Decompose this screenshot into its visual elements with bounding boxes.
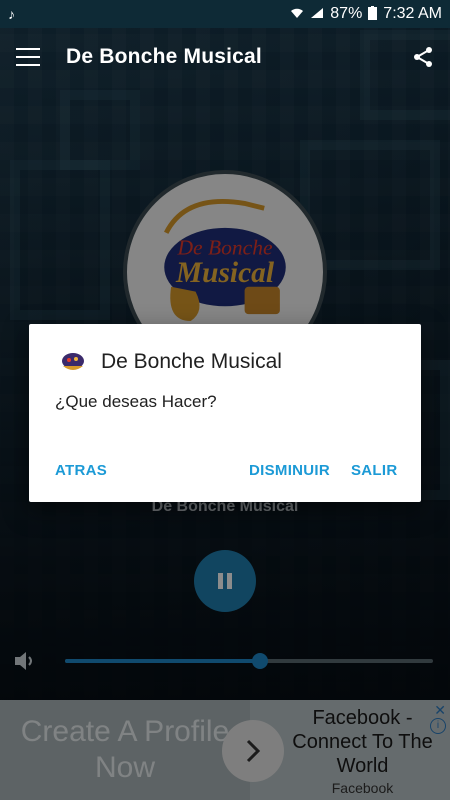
minimize-button[interactable]: DISMINUIR [249, 462, 330, 479]
dialog-title: De Bonche Musical [101, 350, 282, 373]
battery-percent: 87% [330, 5, 363, 22]
battery-icon [368, 5, 378, 23]
dialog-message: ¿Que deseas Hacer? [55, 392, 217, 411]
app-icon [59, 348, 87, 376]
status-bar: ♪ 87% 7:32 AM [0, 0, 450, 28]
share-icon[interactable] [412, 46, 434, 68]
exit-button[interactable]: SALIR [351, 462, 398, 479]
clock: 7:32 AM [383, 5, 442, 22]
app-bar: De Bonche Musical [0, 28, 450, 86]
signal-icon [310, 6, 324, 22]
action-dialog: De Bonche Musical ¿Que deseas Hacer? ATR… [29, 324, 421, 502]
back-button[interactable]: ATRAS [55, 462, 107, 479]
wifi-icon [290, 6, 304, 22]
music-note-icon: ♪ [8, 6, 15, 22]
app-title: De Bonche Musical [66, 45, 262, 68]
hamburger-menu-icon[interactable] [16, 48, 40, 66]
